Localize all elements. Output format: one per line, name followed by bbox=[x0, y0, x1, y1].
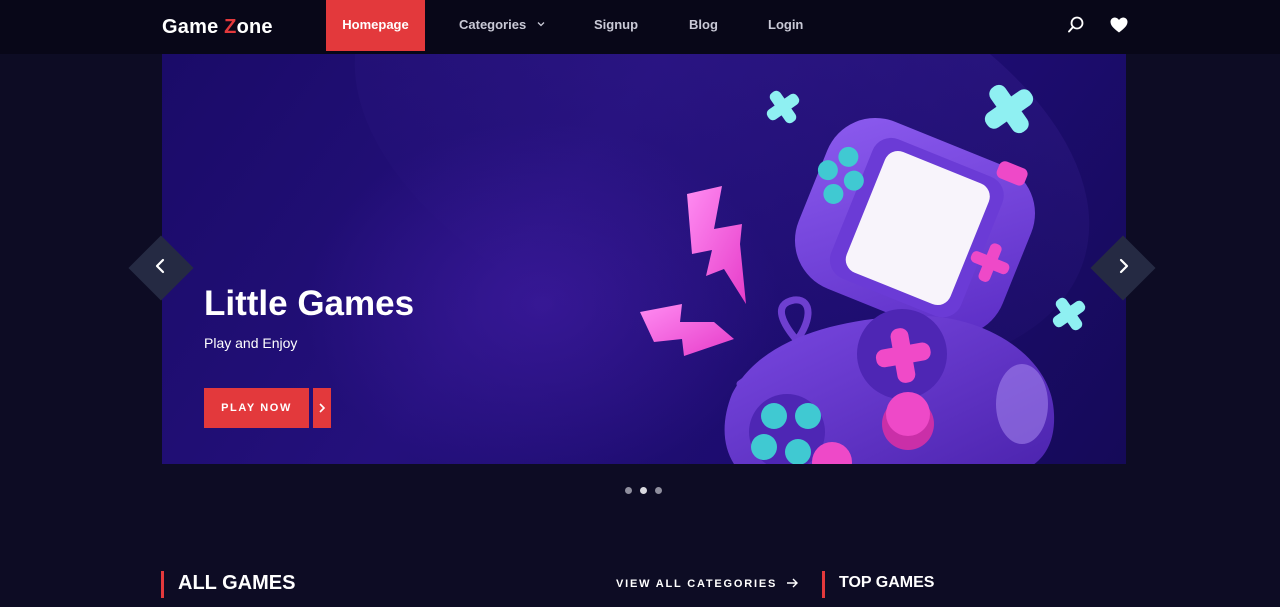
logo-text-2: one bbox=[236, 16, 273, 38]
site-logo[interactable]: Game Zone bbox=[162, 16, 273, 39]
top-games-accent-bar bbox=[822, 571, 825, 598]
nav-signup-label: Signup bbox=[594, 17, 639, 32]
slider-prev-button[interactable] bbox=[128, 235, 194, 301]
heart-icon[interactable] bbox=[1109, 15, 1129, 35]
slider-dot-2[interactable] bbox=[640, 487, 647, 494]
all-games-heading: ALL GAMES bbox=[178, 572, 296, 594]
nav-categories[interactable]: Categories bbox=[459, 0, 545, 51]
nav-blog[interactable]: Blog bbox=[689, 0, 718, 51]
hero-slider: Little Games Play and Enjoy PLAY NOW bbox=[162, 54, 1126, 464]
nav-login[interactable]: Login bbox=[768, 0, 803, 51]
chevron-left-icon bbox=[155, 258, 165, 274]
top-navbar: Game Zone Homepage Categories Signup Blo… bbox=[0, 0, 1280, 54]
view-all-categories-label: VIEW ALL CATEGORIES bbox=[616, 578, 778, 590]
nav-blog-label: Blog bbox=[689, 17, 718, 32]
slider-dot-1[interactable] bbox=[625, 487, 632, 494]
logo-highlight: Z bbox=[224, 16, 237, 38]
arrow-right-icon bbox=[786, 578, 798, 588]
logo-text-1: Game bbox=[162, 16, 225, 38]
chevron-right-icon bbox=[1119, 258, 1129, 274]
nav-login-label: Login bbox=[768, 17, 804, 32]
nav-homepage-label: Homepage bbox=[342, 17, 409, 32]
play-now-arrow-button[interactable] bbox=[313, 388, 331, 428]
top-games-heading: TOP GAMES bbox=[839, 574, 935, 591]
search-icon[interactable] bbox=[1066, 15, 1086, 35]
hero-title: Little Games bbox=[204, 284, 415, 323]
chevron-down-icon bbox=[537, 22, 545, 27]
slider-dot-3[interactable] bbox=[655, 487, 662, 494]
nav-categories-label: Categories bbox=[459, 17, 527, 32]
view-all-categories-link[interactable]: VIEW ALL CATEGORIES bbox=[616, 578, 799, 590]
chevron-right-icon bbox=[319, 403, 326, 413]
nav-signup[interactable]: Signup bbox=[594, 0, 638, 51]
play-now-button[interactable]: PLAY NOW bbox=[204, 388, 309, 428]
nav-homepage[interactable]: Homepage bbox=[326, 0, 425, 51]
all-games-accent-bar bbox=[161, 571, 164, 598]
game-controllers-illustration bbox=[640, 84, 1086, 464]
hero-subtitle: Play and Enjoy bbox=[204, 335, 298, 351]
slider-next-button[interactable] bbox=[1090, 235, 1156, 301]
